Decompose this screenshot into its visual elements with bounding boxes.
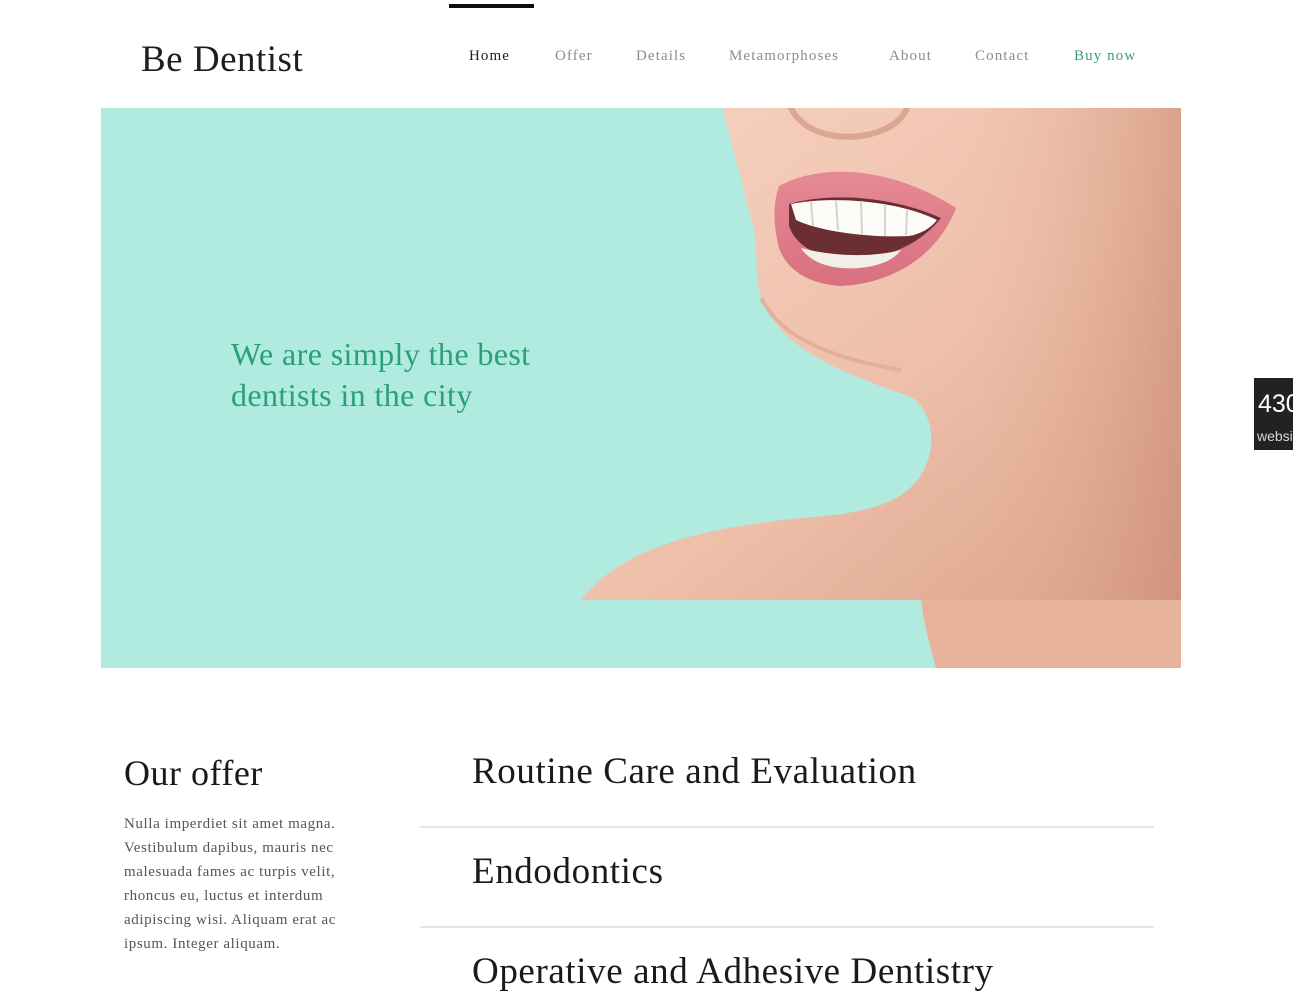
nav-item-buy-now[interactable]: Buy now: [1074, 48, 1136, 65]
offer-description: Nulla imperdiet sit amet magna. Vestibul…: [124, 816, 337, 952]
service-label: Operative and Adhesive Dentistry: [472, 951, 994, 992]
service-item-endodontics[interactable]: Endodontics: [420, 828, 1154, 928]
offer-heading: Our offer: [124, 753, 263, 793]
hero-headline: We are simply the best dentists in the c…: [231, 336, 531, 413]
service-label: Routine Care and Evaluation: [472, 751, 917, 792]
nav-item-details[interactable]: Details: [636, 48, 686, 65]
side-widget-count: 430: [1258, 390, 1293, 418]
side-promo-widget[interactable]: 430 websites: [1254, 378, 1293, 450]
service-item-operative-dentistry[interactable]: Operative and Adhesive Dentistry: [420, 928, 1154, 1001]
nav-item-metamorphoses[interactable]: Metamorphoses: [729, 48, 839, 65]
services-list: Routine Care and Evaluation Endodontics …: [420, 728, 1154, 1001]
side-widget-label: websites: [1257, 428, 1293, 444]
site-logo[interactable]: Be Dentist: [141, 38, 303, 81]
service-label: Endodontics: [472, 851, 664, 892]
page: Be Dentist Home Offer Details Metamorpho…: [0, 0, 1293, 1001]
nav-item-offer[interactable]: Offer: [555, 48, 593, 65]
nav-active-indicator: [449, 4, 534, 8]
nav-item-contact[interactable]: Contact: [975, 48, 1029, 65]
nav-item-home[interactable]: Home: [469, 48, 510, 65]
service-item-routine-care[interactable]: Routine Care and Evaluation: [420, 728, 1154, 828]
nav-item-about[interactable]: About: [889, 48, 932, 65]
hero-banner: We are simply the best dentists in the c…: [101, 108, 1181, 668]
